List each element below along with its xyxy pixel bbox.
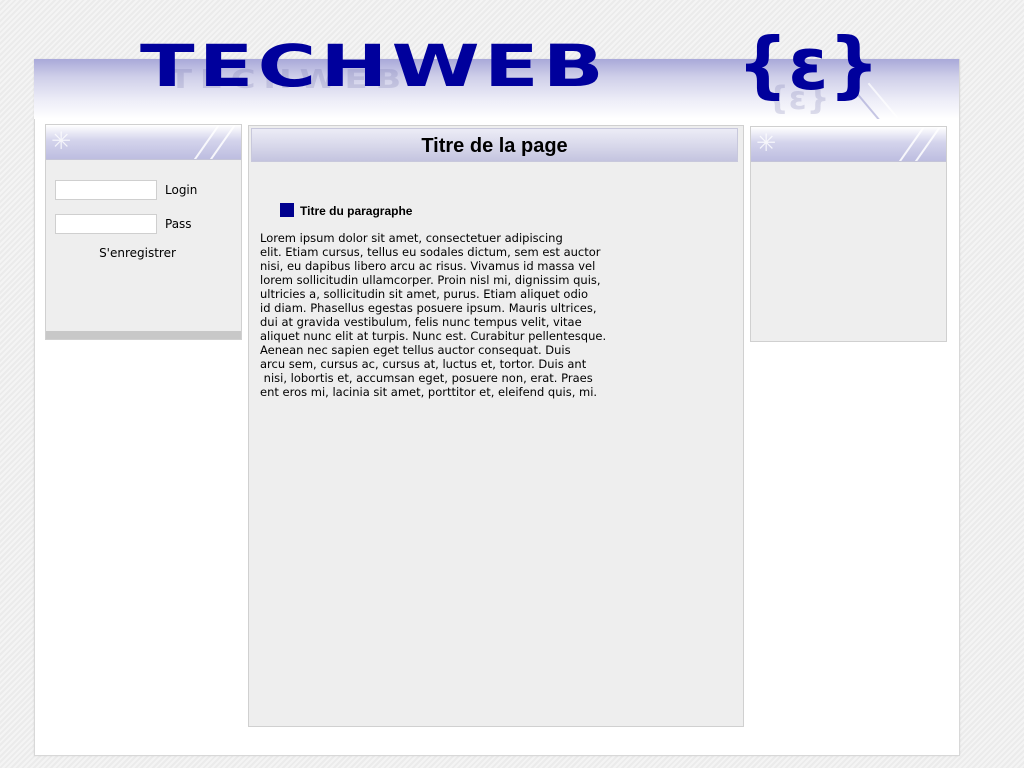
paragraph-text: Lorem ipsum dolor sit amet, consectetuer… bbox=[260, 231, 607, 399]
sparkle-icon: ✳ bbox=[755, 129, 777, 157]
password-input[interactable] bbox=[55, 214, 157, 234]
paragraph-title: Titre du paragraphe bbox=[300, 204, 413, 218]
header-stripe bbox=[897, 127, 927, 161]
right-panel-header: ✳ bbox=[751, 127, 946, 162]
register-link[interactable]: S'enregistrer bbox=[46, 246, 229, 260]
sparkle-icon: ✳ bbox=[50, 127, 72, 155]
login-label: Login bbox=[165, 183, 198, 197]
site-logo-text: TECHWEB bbox=[140, 32, 608, 100]
login-panel-footer bbox=[46, 331, 241, 339]
login-panel: ✳ Login Pass S'enregistrer bbox=[45, 124, 242, 340]
password-label: Pass bbox=[165, 217, 192, 231]
login-panel-header: ✳ bbox=[46, 125, 241, 160]
page-title: Titre de la page bbox=[251, 128, 738, 162]
right-sidebar: ✳ bbox=[750, 126, 947, 342]
main-content: Titre de la page Titre du paragraphe Lor… bbox=[248, 125, 744, 727]
square-bullet-icon bbox=[280, 203, 294, 217]
site-logo-mark: {ε} bbox=[737, 22, 880, 106]
login-input[interactable] bbox=[55, 180, 157, 200]
header-stripe bbox=[192, 125, 222, 159]
